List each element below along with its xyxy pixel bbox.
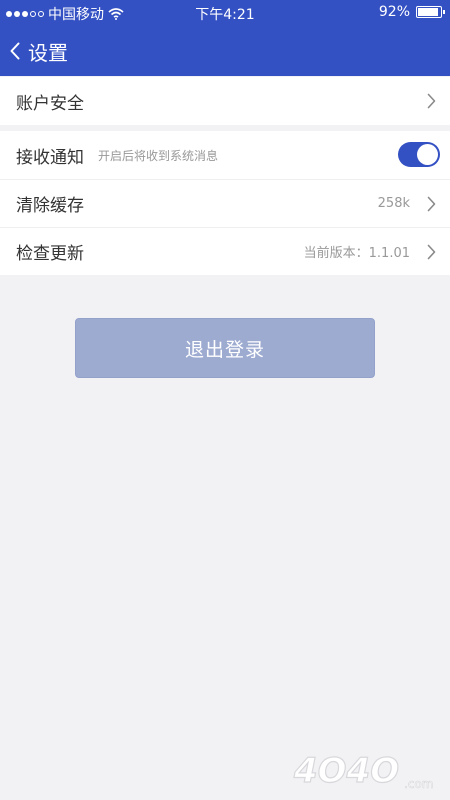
chevron-left-icon: [10, 42, 20, 60]
cache-size-value: 258k: [377, 196, 410, 211]
watermark-suffix: .com: [404, 777, 433, 791]
status-bar: 中国移动 下午4:21 92%: [0, 0, 450, 26]
watermark-logo: 4O4O .com: [292, 750, 433, 791]
back-button[interactable]: 设置: [10, 35, 68, 67]
account-security-label: 账户安全: [16, 93, 84, 114]
notifications-label: 接收通知: [16, 147, 84, 168]
status-right: 92%: [378, 4, 445, 20]
check-update-row[interactable]: 检查更新 当前版本：1.1.01: [0, 227, 450, 275]
notifications-hint: 开启后将收到系统消息: [98, 148, 219, 163]
current-version-value: 当前版本：1.1.01: [303, 246, 410, 261]
logout-button[interactable]: 退出登录: [75, 318, 375, 378]
clear-cache-label: 清除缓存: [16, 196, 84, 216]
watermark-text: 4O4O: [293, 751, 399, 791]
notifications-row: 接收通知 开启后将收到系统消息: [0, 131, 450, 179]
settings-group-account: 账户安全: [0, 77, 450, 125]
page-title: 设置: [28, 40, 68, 65]
account-security-row[interactable]: 账户安全: [0, 77, 450, 125]
battery-icon: [416, 6, 445, 18]
toggle-knob: [417, 144, 438, 165]
settings-group-general: 接收通知 开启后将收到系统消息 清除缓存 258k 检查更新 当前版本：1.1.…: [0, 131, 450, 275]
chevron-right-icon: [427, 196, 436, 212]
check-update-label: 检查更新: [16, 244, 84, 264]
battery-percent: 92%: [378, 4, 410, 20]
battery-fill: [418, 8, 438, 16]
notifications-toggle[interactable]: [398, 142, 440, 167]
header: 中国移动 下午4:21 92% 设置: [0, 0, 450, 76]
chevron-right-icon: [427, 93, 436, 109]
chevron-right-icon: [427, 244, 436, 260]
nav-bar: 设置: [0, 26, 450, 76]
clear-cache-row[interactable]: 清除缓存 258k: [0, 179, 450, 227]
